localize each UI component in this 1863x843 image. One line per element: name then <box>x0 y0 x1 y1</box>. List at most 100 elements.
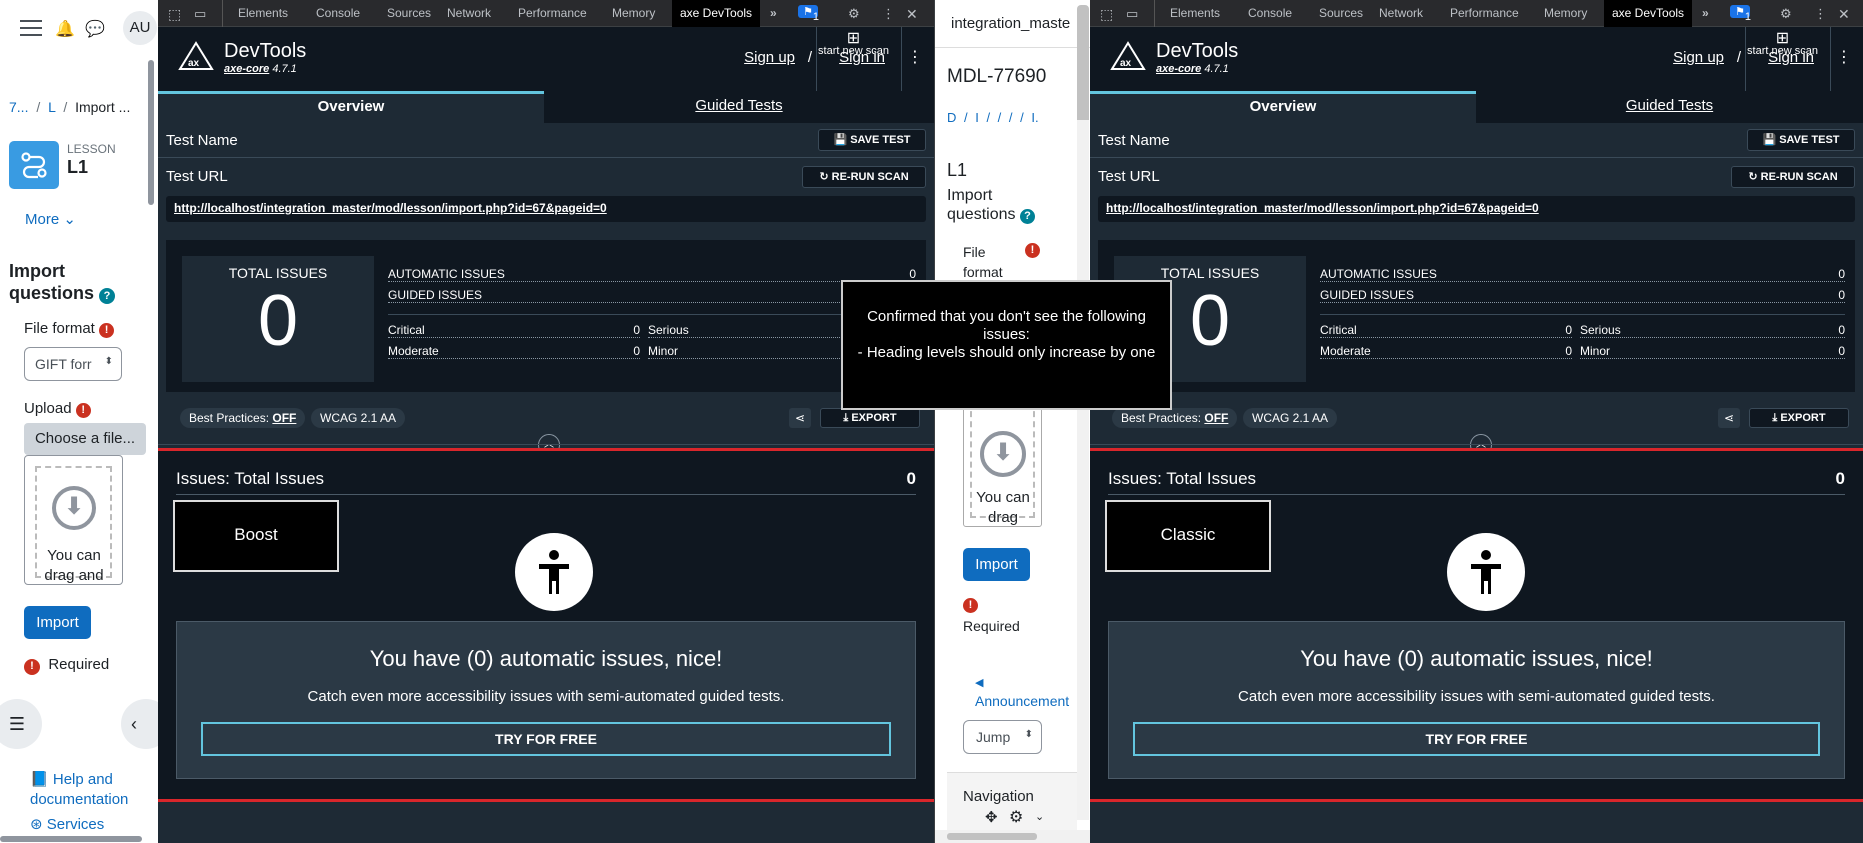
file-format-select[interactable]: GIFT forr ⬍ <box>24 347 122 381</box>
rerun-scan-button[interactable]: ↻ RE-RUN SCAN <box>1731 166 1855 188</box>
test-url-value[interactable]: http://localhost/integration_master/mod/… <box>1098 196 1855 222</box>
plus-square-icon: ⊞ <box>1775 30 1790 47</box>
required-icon: ! <box>1025 243 1040 258</box>
close-icon[interactable]: ✕ <box>1838 6 1850 23</box>
tab-network[interactable]: Network <box>447 6 491 20</box>
more-tabs-icon[interactable]: » <box>1702 6 1709 20</box>
settings-gear-icon[interactable]: ⚙ <box>848 6 860 22</box>
try-for-free-button[interactable]: TRY FOR FREE <box>1133 722 1820 756</box>
export-button[interactable]: ⤓ EXPORT <box>820 408 920 428</box>
start-new-scan-button[interactable]: ⊞ start new scan <box>1745 27 1819 91</box>
file-format-label: File format ! <box>24 320 115 338</box>
moderate-row: Moderate 0 <box>388 344 640 359</box>
test-name-row: Test Name 💾 SAVE TEST <box>1090 123 1863 158</box>
chevron-down-icon[interactable]: ⌄ <box>1035 810 1044 823</box>
scrollbar[interactable] <box>1077 5 1089 125</box>
sign-up-link[interactable]: Sign up <box>1673 49 1724 66</box>
tab-guided-tests[interactable]: Guided Tests <box>1476 91 1863 123</box>
try-for-free-button[interactable]: TRY FOR FREE <box>201 722 891 756</box>
avatar[interactable]: AU <box>123 11 157 45</box>
close-icon[interactable]: ✕ <box>906 6 918 23</box>
tab-axe-devtools[interactable]: axe DevTools <box>1604 0 1693 27</box>
more-tabs-icon[interactable]: » <box>770 6 777 20</box>
h-scrollbar[interactable] <box>0 836 142 842</box>
share-icon[interactable]: ⋖ <box>1718 408 1740 428</box>
import-button[interactable]: Import <box>24 606 91 639</box>
device-toggle-icon[interactable]: ▭ <box>1126 6 1138 22</box>
start-new-scan-button[interactable]: ⊞ start new scan <box>816 27 890 91</box>
kebab-menu-icon[interactable]: ⋮ <box>1836 47 1852 67</box>
wcag-level-select[interactable]: WCAG 2.1 AA <box>311 408 406 428</box>
breadcrumb-lesson[interactable]: L <box>48 99 55 115</box>
hamburger-menu-icon[interactable] <box>20 20 42 36</box>
choose-file-button[interactable]: Choose a file... <box>24 423 146 455</box>
wcag-level-select[interactable]: WCAG 2.1 AA <box>1243 408 1338 428</box>
tab-network[interactable]: Network <box>1379 6 1423 20</box>
share-icon[interactable]: ⋖ <box>789 408 811 428</box>
kebab-menu-icon[interactable]: ⋮ <box>882 6 895 22</box>
drawer-collapse-button[interactable]: ‹ <box>121 699 158 749</box>
lesson-heading: L1 <box>947 160 968 180</box>
browser-tab[interactable]: integration_maste <box>935 0 1090 48</box>
h-scroll-track[interactable] <box>935 830 1090 843</box>
gear-icon[interactable]: ⚙ <box>1009 807 1023 827</box>
tab-performance[interactable]: Performance <box>1450 6 1519 20</box>
tab-guided-tests[interactable]: Guided Tests <box>544 91 934 123</box>
refresh-icon: ↻ <box>1748 171 1758 183</box>
jump-select[interactable]: Jump ⬍ <box>963 720 1042 754</box>
tab-axe-devtools[interactable]: axe DevTools <box>672 0 761 27</box>
tab-elements[interactable]: Elements <box>1170 6 1220 20</box>
best-practices-toggle[interactable]: Best Practices: OFF <box>1112 408 1238 428</box>
move-icon[interactable]: ✥ <box>985 808 998 826</box>
tab-overview[interactable]: Overview <box>158 91 544 123</box>
issues-badge[interactable]: ⚑ 1 <box>1730 5 1751 23</box>
tab-sources[interactable]: Sources <box>1319 6 1363 20</box>
more-menu[interactable]: More ⌄ <box>25 210 76 228</box>
test-url-value[interactable]: http://localhost/integration_master/mod/… <box>166 196 926 222</box>
confirmation-tooltip: Confirmed that you don't see the followi… <box>841 280 1172 410</box>
chat-icon[interactable]: 💬 <box>85 19 105 39</box>
kebab-menu-icon[interactable]: ⋮ <box>1814 6 1827 22</box>
issues-badge[interactable]: ⚑ 1 <box>798 5 819 23</box>
scrollbar[interactable] <box>148 60 154 205</box>
upload-label: Upload ! <box>24 400 91 418</box>
inspect-icon[interactable]: ⬚ <box>1100 6 1113 23</box>
kebab-menu-icon[interactable]: ⋮ <box>907 47 923 67</box>
tab-memory[interactable]: Memory <box>612 6 655 20</box>
tab-memory[interactable]: Memory <box>1544 6 1587 20</box>
sign-up-link[interactable]: Sign up <box>744 49 795 66</box>
file-drop-area[interactable]: ⬇ You can drag and <box>24 455 123 585</box>
save-test-button[interactable]: 💾 SAVE TEST <box>818 129 926 151</box>
test-url-row: Test URL ↻ RE-RUN SCAN <box>158 159 934 195</box>
scroll-track[interactable] <box>1077 120 1089 820</box>
tab-console[interactable]: Console <box>1248 6 1292 20</box>
inspect-icon[interactable]: ⬚ <box>168 6 181 23</box>
prev-arrow-icon[interactable]: ◀ <box>975 676 983 689</box>
breadcrumb-course[interactable]: 7... <box>9 99 28 115</box>
services-link[interactable]: ⊛ Services <box>30 815 104 833</box>
total-issues-label: TOTAL ISSUES <box>1160 265 1260 281</box>
best-practices-toggle[interactable]: Best Practices: OFF <box>180 408 306 428</box>
help-icon[interactable]: ? <box>1019 209 1035 224</box>
tab-sources[interactable]: Sources <box>387 6 431 20</box>
tab-elements[interactable]: Elements <box>238 6 288 20</box>
settings-gear-icon[interactable]: ⚙ <box>1780 6 1792 22</box>
tab-console[interactable]: Console <box>316 6 360 20</box>
bell-icon[interactable]: 🔔 <box>55 19 75 39</box>
required-note: Required <box>963 618 1020 634</box>
save-test-button[interactable]: 💾 SAVE TEST <box>1747 129 1855 151</box>
course-index-toggle[interactable]: ☰ <box>0 699 42 749</box>
breadcrumb[interactable]: D / I / / / / I. <box>947 110 1039 125</box>
svg-text:ax: ax <box>188 58 200 69</box>
tab-performance[interactable]: Performance <box>518 6 587 20</box>
export-button[interactable]: ⤓ EXPORT <box>1749 408 1849 428</box>
file-drop-area[interactable]: ⬇ You can drag <box>963 391 1042 527</box>
engine-version: axe-core 4.7.1 <box>1156 63 1229 75</box>
tab-overview[interactable]: Overview <box>1090 91 1476 123</box>
help-icon[interactable]: ? <box>99 288 116 304</box>
device-toggle-icon[interactable]: ▭ <box>194 6 206 22</box>
help-documentation-link[interactable]: 📘 Help and documentation <box>30 770 150 810</box>
rerun-scan-button[interactable]: ↻ RE-RUN SCAN <box>802 166 926 188</box>
announcement-link[interactable]: Announcement <box>975 693 1069 709</box>
import-button[interactable]: Import <box>963 548 1030 581</box>
